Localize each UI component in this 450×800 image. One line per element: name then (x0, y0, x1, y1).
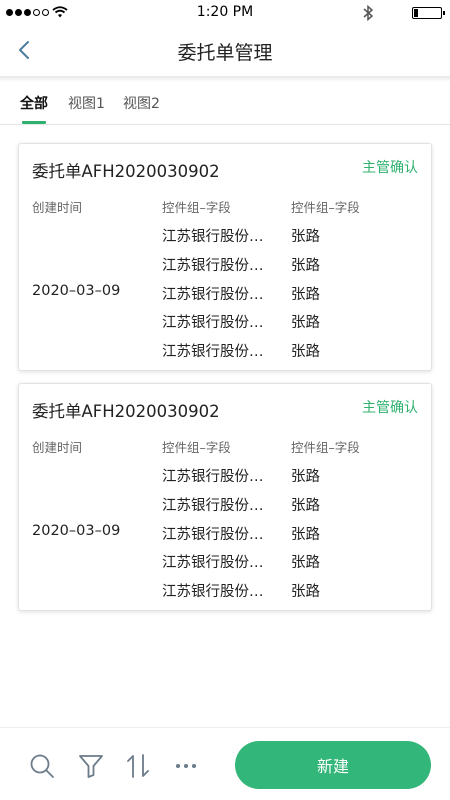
page-title: 委托单管理 (177, 42, 273, 64)
person-cell: 张路 (291, 287, 320, 303)
status-time: 1:20 PM (196, 4, 254, 20)
person-cell: 张路 (291, 469, 320, 485)
tab-all[interactable]: 全部 (20, 93, 48, 113)
created-date: 2020–03–09 (32, 523, 121, 539)
battery-icon (412, 7, 445, 19)
company-cell: 江苏银行股份… (162, 229, 264, 245)
person-cell: 张路 (291, 258, 320, 274)
battery-level (414, 9, 418, 17)
status-bar: 1:20 PM (0, 0, 450, 24)
column-header-field: 控件组–字段 (291, 200, 360, 215)
company-cell: 江苏银行股份… (162, 315, 264, 331)
order-title: 委托单AFH2020030902 (32, 162, 220, 181)
search-icon[interactable] (28, 752, 56, 780)
bottom-toolbar: 新建 (0, 727, 450, 800)
sort-icon[interactable] (124, 752, 152, 780)
person-cell: 张路 (291, 344, 320, 360)
tab-view2[interactable]: 视图2 (123, 93, 160, 113)
status-badge: 主管确认 (362, 400, 418, 416)
person-cell: 张路 (291, 584, 320, 600)
company-cell: 江苏银行股份… (162, 287, 264, 303)
status-badge: 主管确认 (362, 160, 418, 176)
column-header-created-time: 创建时间 (32, 200, 83, 215)
column-header-created-time: 创建时间 (32, 440, 83, 455)
column-header-field: 控件组–字段 (291, 440, 360, 455)
person-cell: 张路 (291, 229, 320, 245)
company-cell: 江苏银行股份… (162, 258, 264, 274)
tab-view1[interactable]: 视图1 (68, 93, 105, 113)
company-cell: 江苏银行股份… (162, 584, 264, 600)
column-header-field: 控件组–字段 (162, 200, 231, 215)
company-cell: 江苏银行股份… (162, 527, 264, 543)
new-order-button[interactable]: 新建 (235, 741, 431, 789)
tab-active-indicator (22, 121, 46, 124)
order-title: 委托单AFH2020030902 (32, 402, 220, 421)
person-cell: 张路 (291, 555, 320, 571)
person-cell: 张路 (291, 498, 320, 514)
order-card[interactable]: 委托单AFH2020030902 主管确认 创建时间 控件组–字段 控件组–字段… (18, 143, 432, 371)
created-date: 2020–03–09 (32, 283, 121, 299)
more-icon[interactable] (173, 752, 201, 780)
tab-bar: 全部 视图1 视图2 (0, 82, 450, 125)
person-cell: 张路 (291, 527, 320, 543)
nav-bar: 委托单管理 (0, 24, 450, 76)
bluetooth-icon (363, 4, 374, 22)
column-header-field: 控件组–字段 (162, 440, 231, 455)
company-cell: 江苏银行股份… (162, 498, 264, 514)
filter-icon[interactable] (77, 752, 105, 780)
order-card[interactable]: 委托单AFH2020030902 主管确认 创建时间 控件组–字段 控件组–字段… (18, 383, 432, 611)
company-cell: 江苏银行股份… (162, 555, 264, 571)
person-cell: 张路 (291, 315, 320, 331)
company-cell: 江苏银行股份… (162, 344, 264, 360)
company-cell: 江苏银行股份… (162, 469, 264, 485)
